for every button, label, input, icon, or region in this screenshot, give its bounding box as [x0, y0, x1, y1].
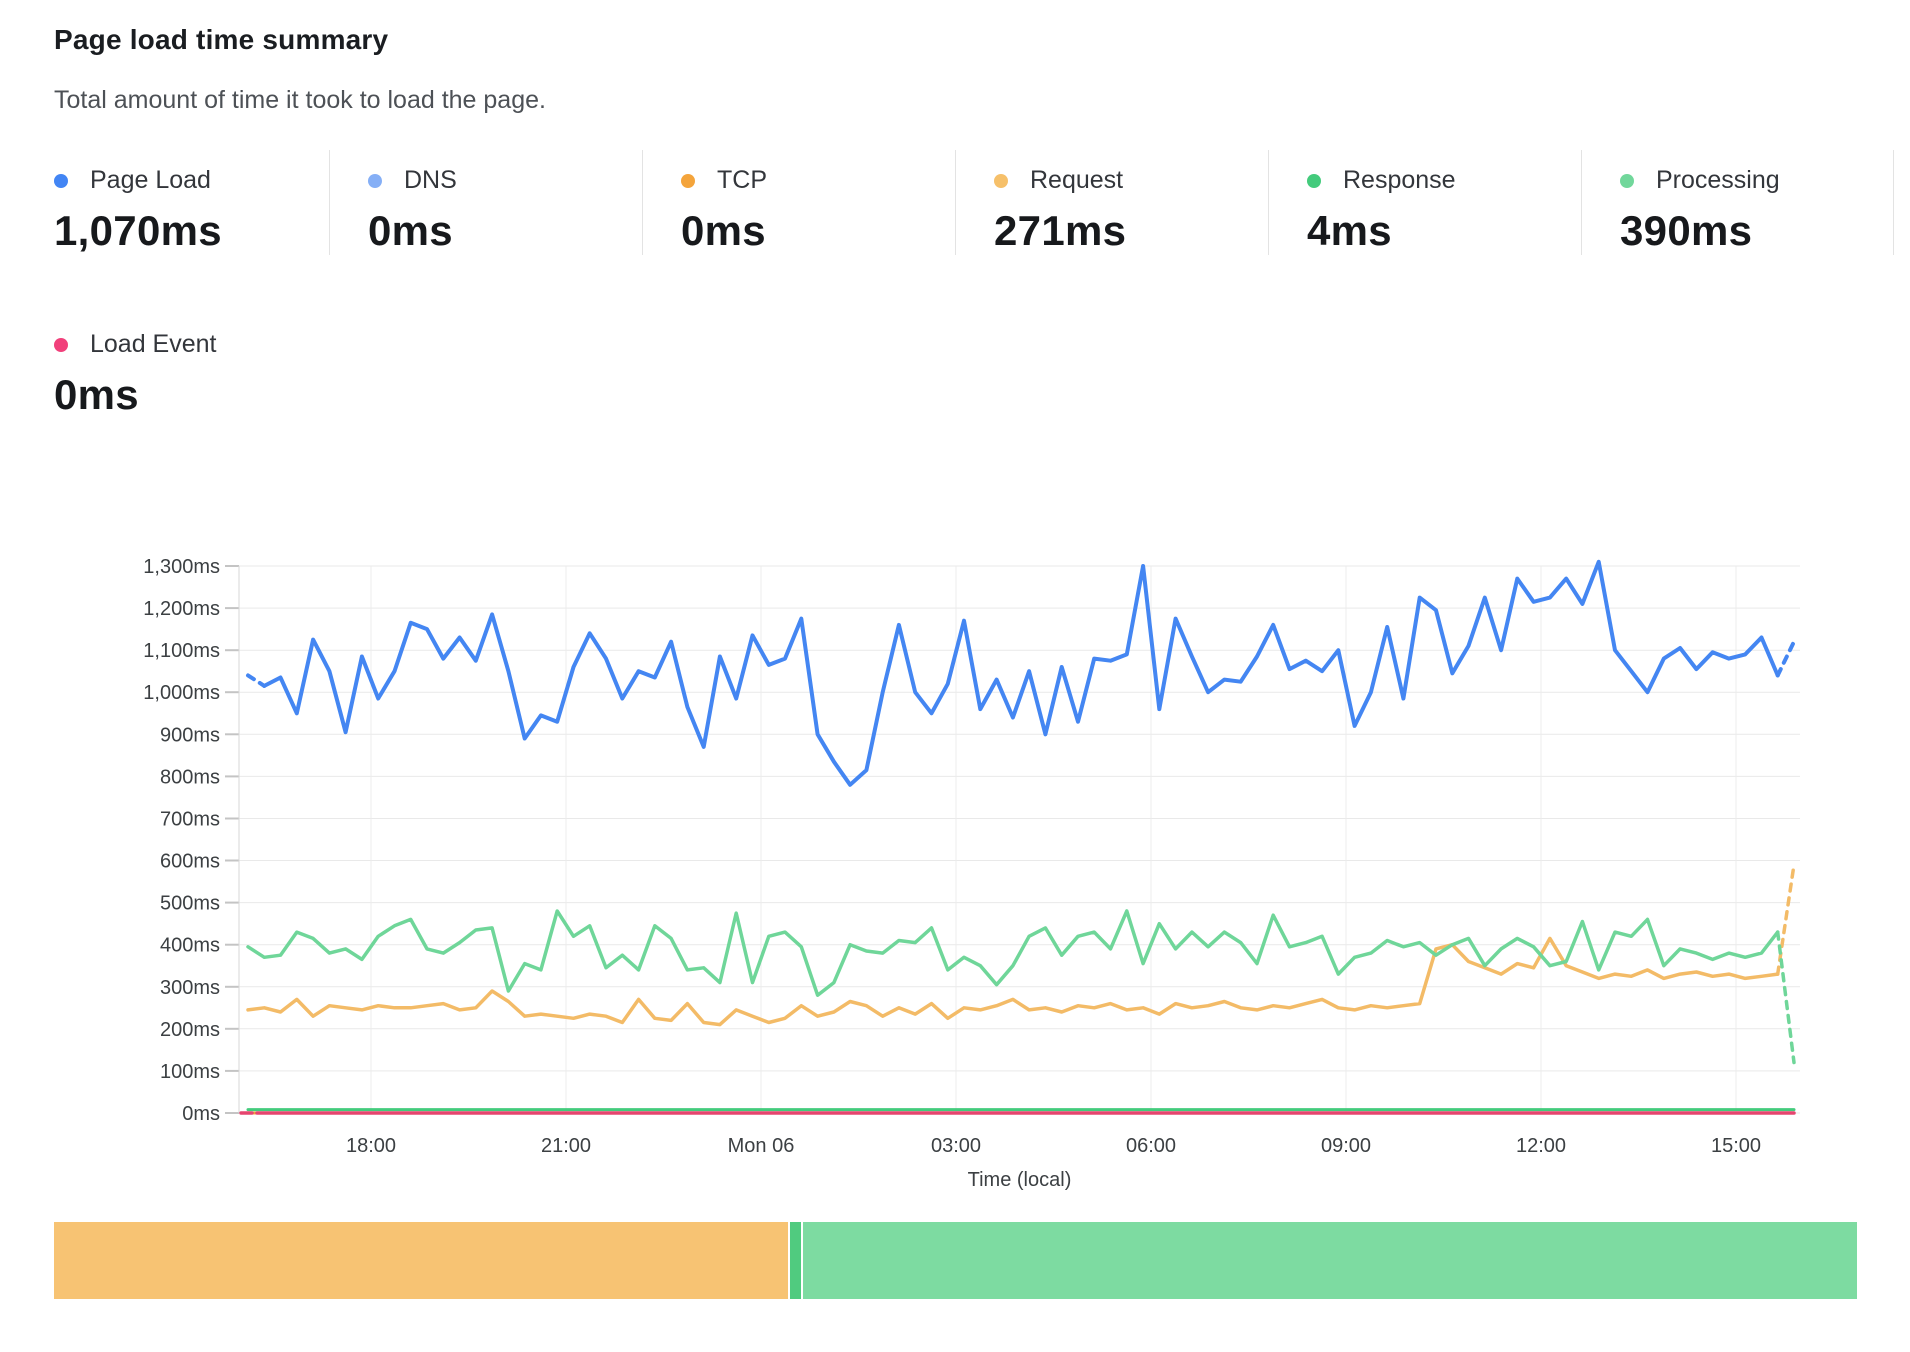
timeline-segment-processing-window[interactable]: [803, 1222, 1857, 1299]
timeline-segment-divider-window[interactable]: [790, 1222, 801, 1299]
y-tick-label: 0ms: [182, 1103, 220, 1125]
y-tick-label: 800ms: [160, 766, 220, 788]
y-tick-label: 400ms: [160, 935, 220, 957]
y-tick-label: 300ms: [160, 977, 220, 999]
series-line-page_load: [264, 562, 1777, 785]
y-tick-label: 500ms: [160, 893, 220, 915]
x-tick-label: 15:00: [1711, 1135, 1761, 1157]
x-tick-label: 06:00: [1126, 1135, 1176, 1157]
series-line-request: [248, 938, 1778, 1024]
y-tick-label: 900ms: [160, 724, 220, 746]
page-load-time-chart[interactable]: 0ms 100ms 200ms 300ms 400ms 500ms 600ms 700ms 80…: [0, 0, 1910, 1352]
page-load-summary-panel: Page load time summary Total amount of t…: [0, 0, 1910, 1352]
x-tick-label: Mon 06: [728, 1135, 795, 1157]
series-line-processing: [248, 911, 1778, 995]
y-tick-label: 200ms: [160, 1019, 220, 1041]
x-axis-title: Time (local): [968, 1169, 1072, 1191]
series-line-page_load-lead-dash: [248, 675, 264, 686]
x-tick-label: 21:00: [541, 1135, 591, 1157]
y-tick-label: 700ms: [160, 809, 220, 831]
x-tick-label: 09:00: [1321, 1135, 1371, 1157]
x-tick-label: 03:00: [931, 1135, 981, 1157]
y-tick-label: 1,100ms: [143, 640, 220, 662]
timeline-segment-request-window[interactable]: [54, 1222, 788, 1299]
series-line-page_load-tail-dash: [1778, 642, 1794, 676]
y-tick-label: 600ms: [160, 851, 220, 873]
y-tick-label: 1,000ms: [143, 682, 220, 704]
x-tick-label: 12:00: [1516, 1135, 1566, 1157]
series-line-request-tail-dash: [1778, 865, 1794, 974]
x-tick-label: 18:00: [346, 1135, 396, 1157]
y-tick-label: 100ms: [160, 1061, 220, 1083]
y-tick-label: 1,300ms: [143, 556, 220, 578]
y-tick-label: 1,200ms: [143, 598, 220, 620]
series-line-processing-tail-dash: [1778, 932, 1794, 1062]
